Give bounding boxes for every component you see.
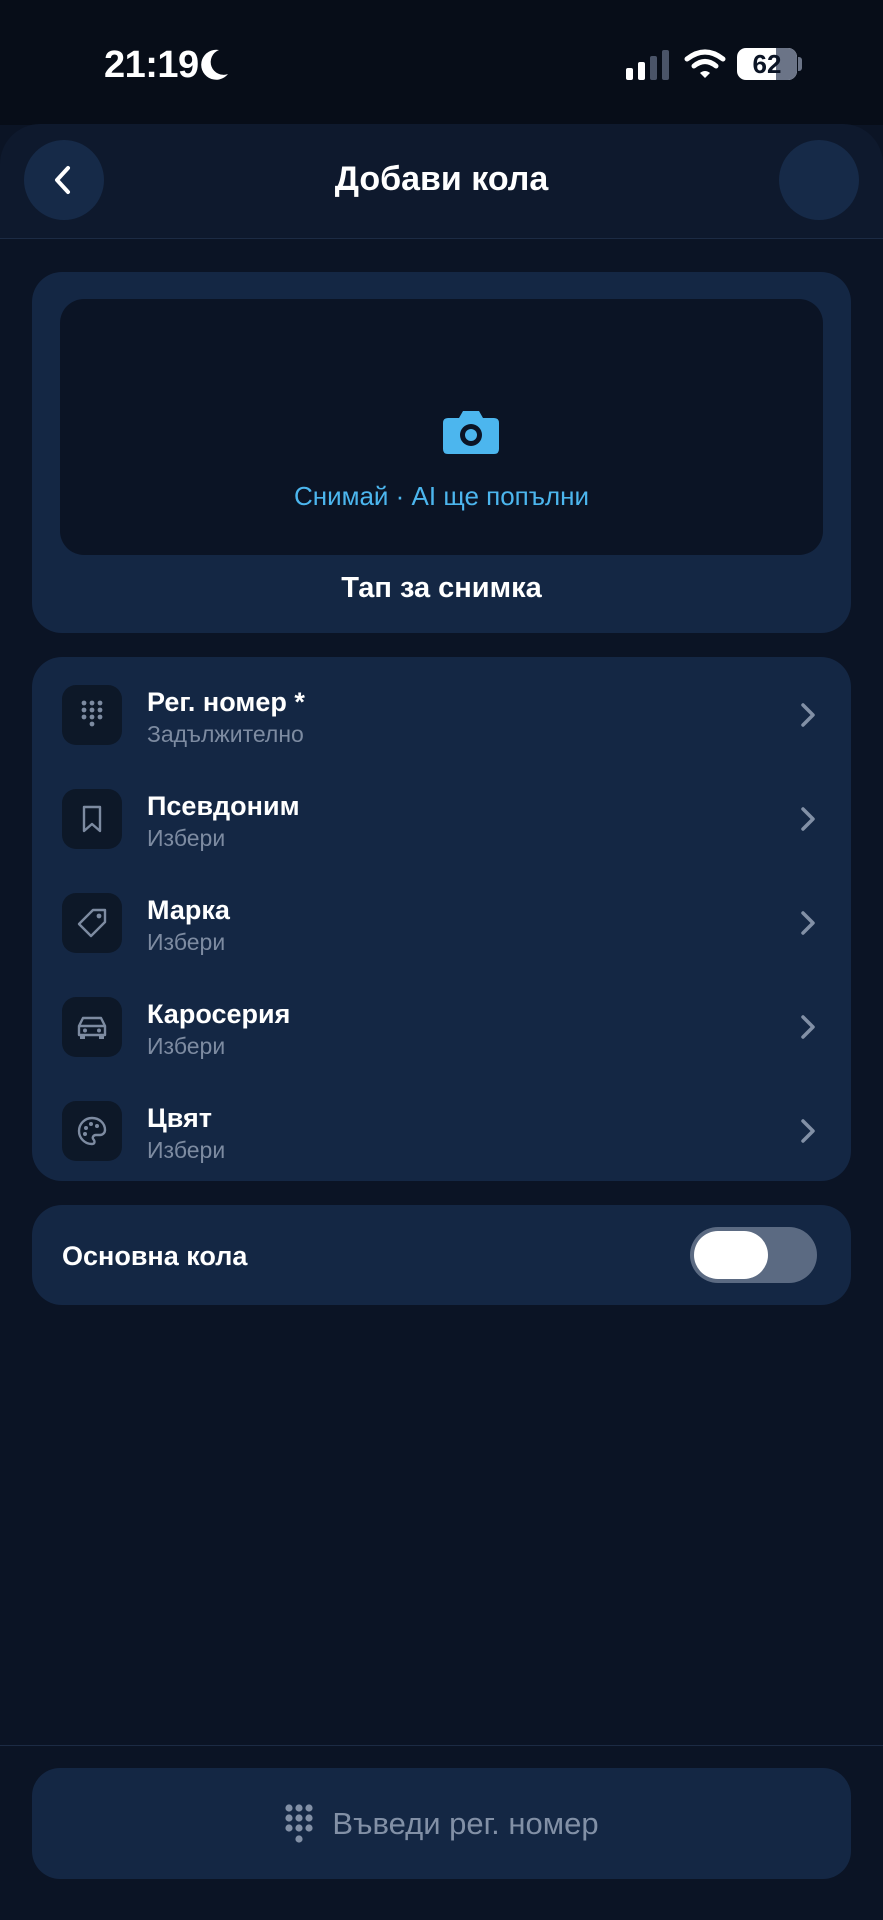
field-title: Марка	[147, 895, 230, 925]
chevron-right-icon	[801, 1119, 815, 1143]
field-row-nickname[interactable]: Псевдоним Избери	[32, 767, 851, 871]
field-row-brand[interactable]: Марка Избери	[32, 871, 851, 975]
field-subtitle: Избери	[147, 1033, 226, 1059]
field-title: Псевдоним	[147, 791, 300, 821]
enter-reg-number-label: Въведи рег. номер	[332, 1805, 599, 1841]
chevron-right-icon	[801, 807, 815, 831]
sheet-header: Добави кола	[0, 124, 883, 239]
chevron-right-icon	[801, 911, 815, 935]
wifi-icon	[684, 49, 726, 78]
car-icon	[62, 997, 122, 1057]
main-car-toggle[interactable]	[690, 1227, 817, 1283]
bottom-divider	[0, 1745, 883, 1746]
keypad-icon	[285, 1803, 314, 1843]
field-row-body[interactable]: Каросерия Избери	[32, 975, 851, 1079]
fields-list: Рег. номер * Задължително Псевдоним Избе…	[32, 657, 851, 1181]
palette-icon	[62, 1101, 122, 1161]
main-car-label: Основна кола	[62, 1241, 248, 1271]
field-row-color[interactable]: Цвят Избери	[32, 1079, 851, 1183]
tag-icon	[62, 893, 122, 953]
cellular-signal-icon	[626, 50, 669, 80]
field-row-reg-number[interactable]: Рег. номер * Задължително	[32, 663, 851, 767]
photo-capture-area[interactable]: Снимай · AI ще попълни	[60, 299, 823, 555]
field-title: Каросерия	[147, 999, 291, 1029]
photo-caption: Тап за снимка	[341, 572, 542, 604]
enter-reg-number-button[interactable]: Въведи рег. номер	[32, 1768, 851, 1879]
camera-icon	[443, 411, 499, 454]
keypad-icon	[62, 685, 122, 745]
status-time: 21:19	[104, 44, 199, 86]
page-title: Добави кола	[334, 160, 549, 198]
field-subtitle: Задължително	[147, 721, 304, 747]
field-title: Рег. номер *	[147, 687, 305, 717]
moon-icon	[201, 49, 228, 80]
field-subtitle: Избери	[147, 825, 226, 851]
battery-icon: 62	[737, 48, 797, 80]
photo-hint: Снимай · AI ще попълни	[293, 481, 590, 511]
battery-level: 62	[752, 49, 782, 79]
bookmark-icon	[62, 789, 122, 849]
header-action-button[interactable]	[779, 140, 859, 220]
toggle-knob	[694, 1231, 768, 1279]
chevron-right-icon	[801, 1015, 815, 1039]
main-car-card: Основна кола	[32, 1205, 851, 1305]
status-bar: 21:19 62	[0, 0, 883, 125]
field-subtitle: Избери	[147, 1137, 226, 1163]
field-title: Цвят	[147, 1103, 212, 1133]
photo-card: Снимай · AI ще попълни Тап за снимка	[32, 272, 851, 633]
field-subtitle: Избери	[147, 929, 226, 955]
chevron-right-icon	[801, 703, 815, 727]
